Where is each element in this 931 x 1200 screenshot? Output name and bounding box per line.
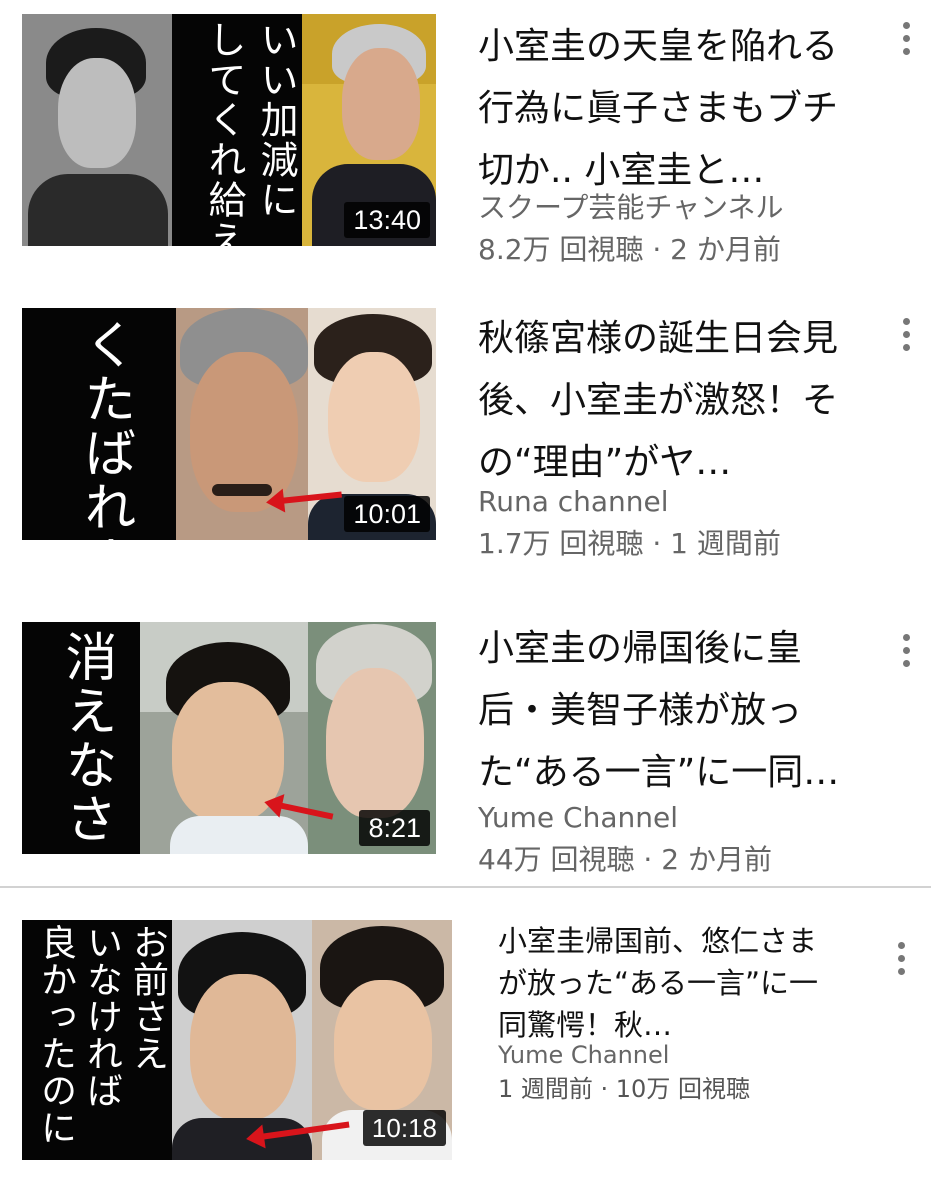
thumbnail-shirt (170, 816, 308, 854)
thumbnail-overlay-text: くたばれよ (75, 318, 135, 540)
thumbnail-mustache (212, 484, 272, 496)
video-stats: 8.2万 回視聴 · 2 か月前 (478, 233, 781, 266)
video-duration: 8:21 (359, 810, 430, 846)
thumbnail-overlay-text: お前さえ いなければ 良かったのに (35, 924, 168, 1146)
thumbnail-overlay-text: 消えなさい (56, 630, 116, 854)
video-thumbnail[interactable]: 消えなさい 8:21 (22, 622, 436, 854)
video-thumbnail[interactable]: いい加減に してくれ給え 13:40 (22, 14, 436, 246)
thumbnail-photo-left (176, 308, 308, 540)
video-stats: 1.7万 回視聴 · 1 週間前 (478, 527, 781, 560)
more-options-icon[interactable] (903, 318, 911, 357)
video-title[interactable]: 秋篠宮様の誕生日会見後、小室圭が激怒！その“理由”がヤ… (478, 308, 870, 494)
video-item[interactable]: くたばれよ 10:01 秋篠宮様の誕生日会見後、小室圭が激怒！その“理由”がヤ…… (0, 296, 931, 586)
video-stats: 1 週間前 · 10万 回視聴 (498, 1075, 750, 1103)
video-duration: 13:40 (344, 202, 430, 238)
thumbnail-photo-left (140, 622, 308, 854)
more-options-icon[interactable] (903, 22, 911, 61)
thumbnail-face (342, 48, 420, 160)
more-options-icon[interactable] (903, 634, 911, 673)
thumbnail-face (326, 668, 424, 818)
channel-name[interactable]: Runa channel (478, 482, 669, 522)
video-duration: 10:01 (344, 496, 430, 532)
video-stats: 44万 回視聴 · 2 か月前 (478, 843, 772, 876)
channel-name[interactable]: Yume Channel (498, 1038, 669, 1072)
thumbnail-face (328, 352, 420, 482)
thumbnail-photo-left (172, 920, 312, 1160)
thumbnail-suit (172, 1118, 312, 1160)
section-divider (0, 886, 931, 888)
thumbnail-photo-left (22, 14, 172, 246)
video-item[interactable]: いい加減に してくれ給え 13:40 小室圭の天皇を陥れる行為に眞子さまもブチ切… (0, 0, 931, 290)
video-item[interactable]: お前さえ いなければ 良かったのに 10:18 小室圭帰国前、悠仁さまが放った“… (0, 912, 931, 1200)
video-thumbnail[interactable]: お前さえ いなければ 良かったのに 10:18 (22, 920, 452, 1160)
video-thumbnail[interactable]: くたばれよ 10:01 (22, 308, 436, 540)
thumbnail-face (334, 980, 432, 1110)
video-item[interactable]: 消えなさい 8:21 小室圭の帰国後に皇后・美智子様が放った“ある一言”に一同…… (0, 612, 931, 882)
thumbnail-shoulders (28, 174, 168, 246)
video-title[interactable]: 小室圭の帰国後に皇后・美智子様が放った“ある一言”に一同… (478, 618, 870, 804)
more-options-icon[interactable] (898, 942, 906, 981)
video-title[interactable]: 小室圭帰国前、悠仁さまが放った“ある一言”に一同驚愕！秋… (498, 920, 838, 1046)
video-title[interactable]: 小室圭の天皇を陥れる行為に眞子さまもブチ切か.. 小室圭と… (478, 16, 866, 202)
thumbnail-face (190, 974, 296, 1120)
channel-name[interactable]: Yume Channel (478, 798, 678, 838)
video-duration: 10:18 (362, 1110, 446, 1146)
channel-name[interactable]: スクープ芸能チャンネル (478, 188, 783, 228)
thumbnail-face (58, 58, 136, 168)
thumbnail-overlay-text: いい加減に してくれ給え (202, 20, 298, 246)
